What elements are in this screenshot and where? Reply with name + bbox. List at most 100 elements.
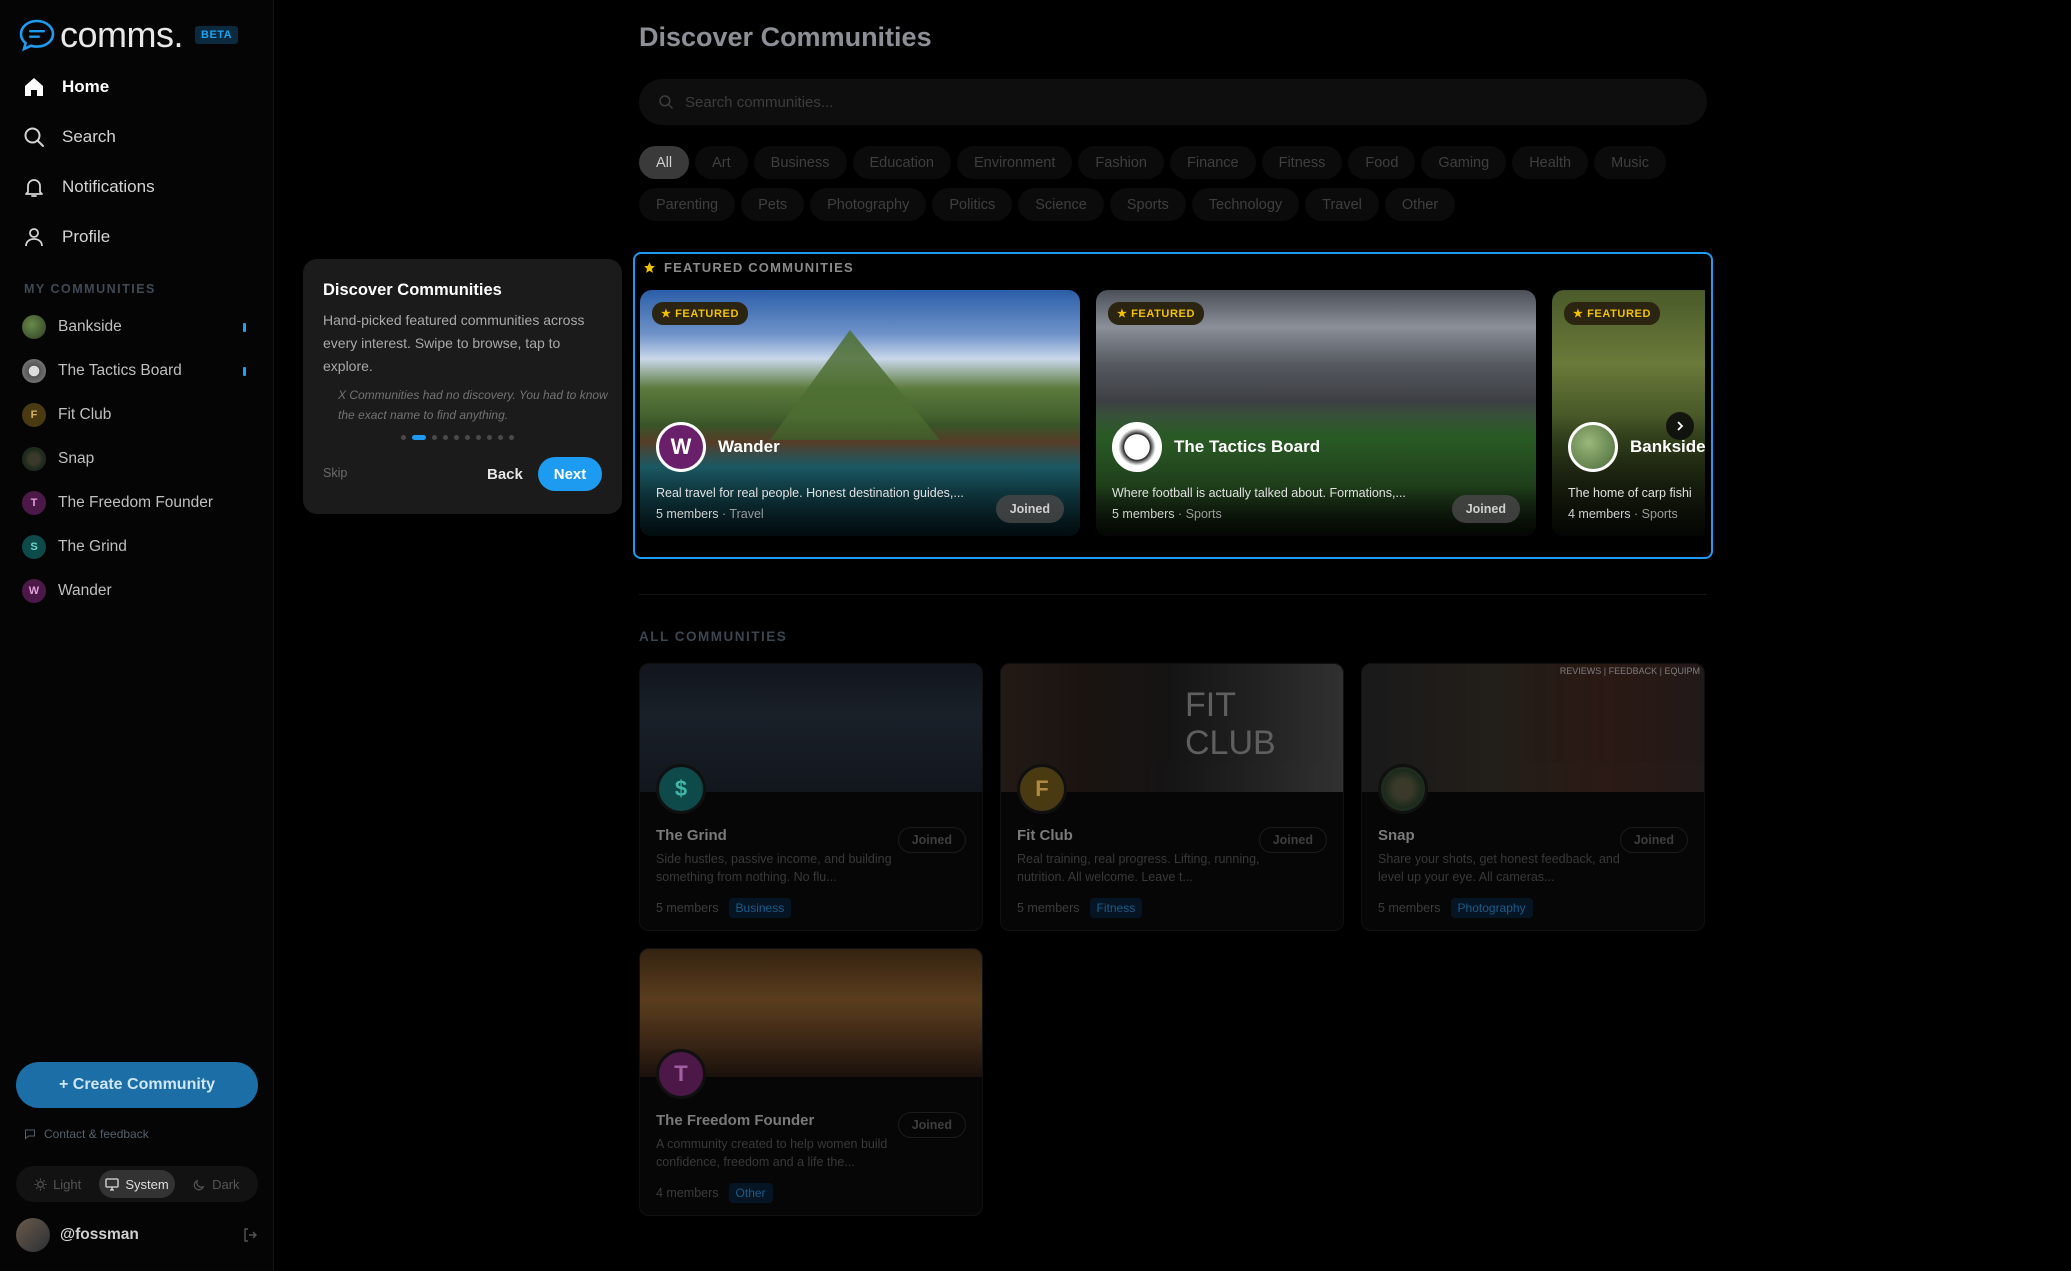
category-tag[interactable]: Fitness — [1089, 898, 1143, 918]
tour-body: Hand-picked featured communities across … — [323, 312, 585, 374]
category-chip-all[interactable]: All — [639, 146, 690, 179]
category-tag[interactable]: Other — [728, 1183, 773, 1203]
category-chip-travel[interactable]: Travel — [1305, 188, 1379, 221]
search-icon — [659, 95, 673, 109]
community-name: Snap — [58, 450, 95, 467]
community-avatar: T — [22, 491, 46, 515]
carousel-next-button[interactable] — [1666, 412, 1694, 440]
community-avatar: $ — [656, 764, 706, 814]
beta-badge: BETA — [195, 26, 239, 44]
theme-dark-label: Dark — [212, 1176, 240, 1192]
featured-communities-section: FEATURED COMMUNITIES ★ FEATURED W Wander… — [633, 252, 1713, 559]
sidebar-community-wander[interactable]: W Wander — [22, 574, 252, 608]
tour-next-button[interactable]: Next — [538, 457, 602, 491]
category-chip-sports[interactable]: Sports — [1109, 188, 1186, 221]
community-meta: 4 members Other — [656, 1183, 773, 1203]
member-count: 4 members — [656, 1186, 719, 1200]
sidebar-community-tactics-board[interactable]: The Tactics Board — [22, 354, 252, 388]
category-filter-row-2: Parenting Pets Photography Politics Science S… — [639, 188, 1707, 221]
member-count: 5 members — [1112, 507, 1175, 521]
joined-button[interactable]: Joined — [897, 1112, 966, 1138]
category-chip-parenting[interactable]: Parenting — [639, 188, 736, 221]
joined-button[interactable]: Joined — [1258, 827, 1327, 853]
featured-badge: ★ FEATURED — [652, 302, 748, 325]
joined-button[interactable]: Joined — [995, 495, 1064, 523]
category-chip-fashion[interactable]: Fashion — [1078, 146, 1164, 179]
category-chip-gaming[interactable]: Gaming — [1421, 146, 1507, 179]
category-filter-row-1: All Art Business Education Environment Fashio… — [639, 146, 1707, 179]
nav-notifications[interactable]: Notifications — [22, 167, 155, 207]
app-logo[interactable]: comms. BETA — [18, 14, 239, 56]
community-name: The Tactics Board — [1174, 437, 1321, 456]
theme-light-label: Light — [53, 1176, 82, 1192]
logo-text: comms. — [60, 14, 184, 55]
monitor-icon — [105, 1177, 119, 1191]
community-description: Side hustles, passive income, and buildi… — [656, 852, 892, 884]
sidebar-community-the-grind[interactable]: S The Grind — [22, 530, 252, 564]
category-tag[interactable]: Photography — [1450, 898, 1533, 918]
community-card-the-grind[interactable]: $ The Grind Side hustles, passive income… — [639, 663, 983, 931]
sidebar-community-snap[interactable]: Snap — [22, 442, 252, 476]
create-community-button[interactable]: + Create Community — [16, 1062, 258, 1108]
category-chip-fitness[interactable]: Fitness — [1261, 146, 1343, 179]
tour-skip-button[interactable]: Skip — [323, 466, 347, 480]
featured-card-tactics-board[interactable]: ★ FEATURED The Tactics Board Where footb… — [1096, 290, 1536, 536]
nav-search[interactable]: Search — [22, 117, 116, 157]
community-name: Wander — [58, 582, 112, 599]
community-description: Where football is actually talked about.… — [1112, 486, 1406, 500]
category-chip-health[interactable]: Health — [1512, 146, 1589, 179]
search-bar[interactable] — [639, 79, 1707, 125]
tour-step-dot — [412, 435, 426, 440]
sidebar-community-bankside[interactable]: Bankside — [22, 310, 252, 344]
community-card-freedom-founder[interactable]: T The Freedom Founder A community create… — [639, 948, 983, 1216]
joined-button[interactable]: Joined — [1619, 827, 1688, 853]
username: @fossman — [60, 1226, 139, 1243]
nav-home[interactable]: Home — [22, 67, 109, 107]
contact-feedback-link[interactable]: Contact & feedback — [24, 1127, 149, 1141]
chevron-right-icon — [1677, 421, 1684, 431]
category-tag[interactable]: Business — [728, 898, 792, 918]
category-chip-music[interactable]: Music — [1594, 146, 1666, 179]
featured-card-wander[interactable]: ★ FEATURED W Wander Real travel for real… — [640, 290, 1080, 536]
community-card-fit-club[interactable]: FIT CLUB F Fit Club Real training, real … — [1000, 663, 1344, 931]
sidebar-community-freedom-founder[interactable]: T The Freedom Founder — [22, 486, 252, 520]
category-chip-pets[interactable]: Pets — [741, 188, 805, 221]
tour-step-dot — [487, 435, 492, 440]
category-chip-science[interactable]: Science — [1018, 188, 1104, 221]
community-name: Fit Club — [58, 406, 112, 423]
category-chip-politics[interactable]: Politics — [932, 188, 1013, 221]
nav-profile[interactable]: Profile — [22, 217, 110, 257]
category-chip-technology[interactable]: Technology — [1191, 188, 1300, 221]
community-meta: 4 members · Sports — [1568, 507, 1678, 521]
community-avatar: T — [656, 1049, 706, 1099]
search-input[interactable] — [685, 93, 1585, 111]
featured-heading-label: FEATURED COMMUNITIES — [664, 260, 854, 275]
category-chip-other[interactable]: Other — [1384, 188, 1456, 221]
category-chip-environment[interactable]: Environment — [957, 146, 1073, 179]
contact-feedback-label: Contact & feedback — [44, 1127, 149, 1141]
community-name: The Grind — [656, 827, 727, 844]
logout-icon[interactable] — [242, 1227, 258, 1243]
joined-button[interactable]: Joined — [1451, 495, 1520, 523]
community-card-snap[interactable]: REVIEWS | FEEDBACK | EQUIPM Snap Share y… — [1361, 663, 1705, 931]
community-meta: 5 members Business — [656, 898, 792, 918]
category-chip-food[interactable]: Food — [1348, 146, 1416, 179]
category-chip-photography[interactable]: Photography — [810, 188, 927, 221]
category-chip-finance[interactable]: Finance — [1170, 146, 1256, 179]
theme-light-option[interactable]: Light — [20, 1170, 95, 1198]
joined-button[interactable]: Joined — [897, 827, 966, 853]
theme-system-option[interactable]: System — [99, 1170, 175, 1198]
category-chip-education[interactable]: Education — [852, 146, 951, 179]
user-account[interactable]: @fossman — [16, 1216, 258, 1254]
community-name: Bankside — [1630, 437, 1705, 456]
tour-step-dot — [509, 435, 514, 440]
moon-icon — [193, 1179, 205, 1190]
sidebar-community-fit-club[interactable]: F Fit Club — [22, 398, 252, 432]
category-chip-art[interactable]: Art — [695, 146, 748, 179]
user-icon — [25, 228, 43, 247]
theme-dark-option[interactable]: Dark — [179, 1170, 254, 1198]
category-chip-business[interactable]: Business — [753, 146, 847, 179]
community-avatar: F — [1017, 764, 1067, 814]
nav-search-label: Search — [62, 127, 116, 146]
tour-back-button[interactable]: Back — [479, 459, 531, 489]
